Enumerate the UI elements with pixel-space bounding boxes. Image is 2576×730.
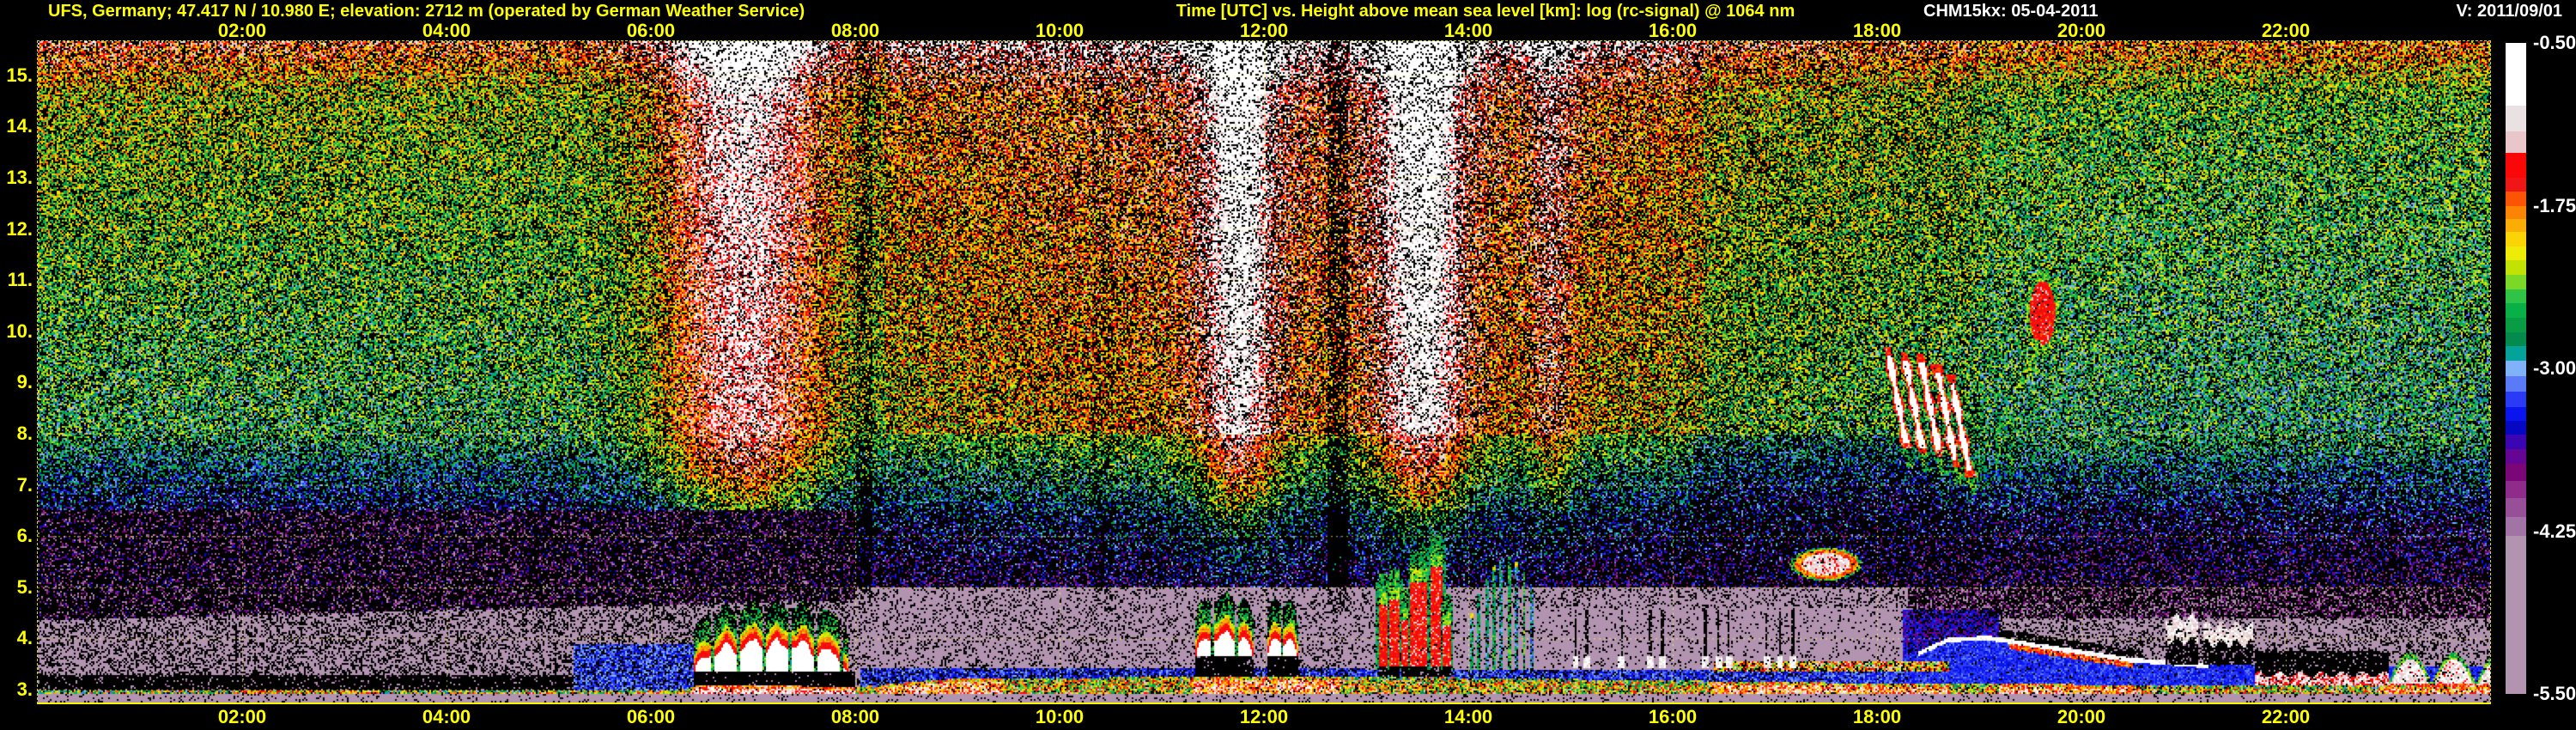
time-tick-label: 20:00 [2057, 706, 2106, 727]
time-tick-label: 16:00 [1648, 20, 1698, 41]
height-tick-label: 14. [6, 115, 33, 137]
height-tick-label: 10. [6, 319, 33, 342]
height-tick-label: 12. [6, 217, 33, 240]
colorbar-step [2506, 153, 2526, 178]
colorbar-step [2506, 464, 2526, 481]
time-tick-label: 04:00 [422, 20, 471, 41]
colorbar-step [2506, 303, 2526, 318]
instrument-date: CHM15kx: 05-04-2011 [1923, 2, 2099, 21]
height-tick-label: 9. [16, 371, 33, 393]
ceilometer-heatmap-canvas [38, 41, 2490, 703]
time-tick-label: 12:00 [1239, 706, 1289, 727]
time-tick-label: 16:00 [1648, 706, 1698, 727]
plot-area [37, 40, 2491, 704]
colorbar-step [2506, 332, 2526, 346]
colorbar-step [2506, 407, 2526, 421]
time-tick-label: 14:00 [1443, 706, 1493, 727]
ceilometer-quicklook: UFS, Germany; 47.417 N / 10.980 E; eleva… [0, 0, 2576, 730]
height-tick-label: 6. [16, 525, 33, 547]
colorbar-tick-label: -4.25 [2533, 520, 2576, 542]
time-tick-label: 06:00 [626, 706, 676, 727]
colorbar-tick-label: -0.50 [2533, 32, 2576, 53]
colorbar-step [2506, 192, 2526, 206]
colorbar-step [2506, 260, 2526, 275]
colorbar-step [2506, 232, 2526, 246]
colorbar-step [2506, 346, 2526, 361]
height-tick-label: 5. [16, 575, 33, 598]
colorbar-step [2506, 449, 2526, 464]
height-tick-label: 8. [16, 423, 33, 444]
time-tick-label: 18:00 [1852, 20, 1902, 41]
colorbar-tick-label: -1.75 [2533, 194, 2576, 216]
colorbar-step [2506, 206, 2526, 219]
height-tick-label: 7. [16, 473, 33, 496]
colorbar-step [2506, 421, 2526, 435]
time-tick-label: 02:00 [217, 20, 267, 41]
time-tick-label: 02:00 [217, 706, 267, 727]
colorbar-step [2506, 43, 2526, 106]
time-tick-label: 18:00 [1852, 706, 1902, 727]
colorbar-tick-label: -5.50 [2533, 683, 2576, 704]
height-tick-label: 13. [6, 167, 33, 188]
colorbar-step [2506, 289, 2526, 303]
height-tick-label: 4. [16, 627, 33, 649]
time-tick-label: 10:00 [1035, 706, 1084, 727]
colorbar-step [2506, 106, 2526, 131]
plot-title: Time [UTC] vs. Height above mean sea lev… [1176, 2, 1795, 21]
height-tick-label: 15. [6, 64, 33, 86]
time-tick-label: 04:00 [422, 706, 471, 727]
colorbar-step [2506, 178, 2526, 192]
station-info: UFS, Germany; 47.417 N / 10.980 E; eleva… [48, 2, 805, 21]
time-tick-label: 06:00 [626, 20, 676, 41]
time-tick-label: 22:00 [2261, 706, 2311, 727]
colorbar-step [2506, 498, 2526, 517]
time-tick-label: 10:00 [1035, 20, 1084, 41]
colorbar-step [2506, 318, 2526, 332]
colorbar-step [2506, 376, 2526, 392]
colorbar-tick-label: -3.00 [2533, 357, 2576, 379]
colorbar-step [2506, 392, 2526, 407]
colorbar-step [2506, 536, 2526, 694]
colorbar [2506, 43, 2526, 694]
colorbar-step [2506, 246, 2526, 260]
height-tick-label: 11. [7, 269, 33, 291]
version-label: V: 2011/09/01 [2456, 2, 2562, 21]
colorbar-step [2506, 481, 2526, 498]
colorbar-step [2506, 131, 2526, 153]
time-tick-label: 22:00 [2261, 20, 2311, 41]
colorbar-step [2506, 275, 2526, 289]
time-tick-label: 14:00 [1443, 20, 1493, 41]
time-tick-label: 08:00 [830, 706, 880, 727]
time-tick-label: 08:00 [830, 20, 880, 41]
colorbar-step [2506, 435, 2526, 449]
colorbar-step [2506, 517, 2526, 536]
time-tick-label: 20:00 [2057, 20, 2106, 41]
colorbar-step [2506, 219, 2526, 232]
height-tick-label: 3. [16, 678, 33, 700]
colorbar-step [2506, 361, 2526, 376]
time-tick-label: 12:00 [1239, 20, 1289, 41]
